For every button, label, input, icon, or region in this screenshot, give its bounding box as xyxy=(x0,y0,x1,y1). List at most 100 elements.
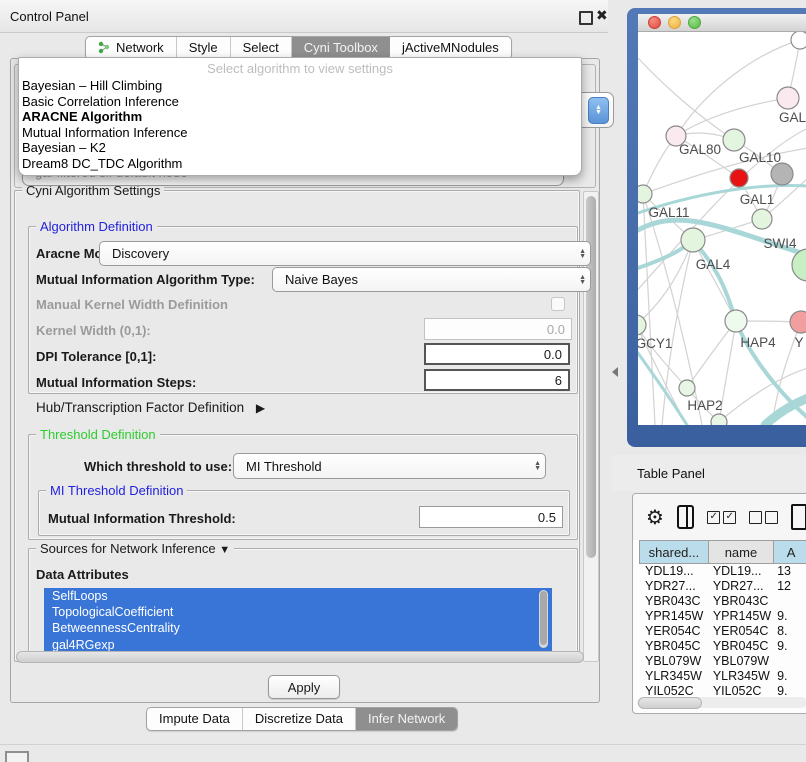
tab-network[interactable]: Network xyxy=(86,37,177,59)
algorithm-option[interactable]: Dream8 DC_TDC Algorithm xyxy=(19,156,581,172)
network-node[interactable] xyxy=(771,163,793,185)
network-node[interactable] xyxy=(627,315,646,335)
column-header-name[interactable]: name xyxy=(709,540,774,564)
data-attribute-item[interactable]: BetweennessCentrality xyxy=(44,620,552,636)
settings-horizontal-scrollbar[interactable] xyxy=(16,651,584,663)
manual-kernel-checkbox[interactable] xyxy=(551,297,565,311)
hub-expander[interactable]: Hub/Transcription Factor Definition ▶ xyxy=(36,400,265,415)
data-attributes-list[interactable]: SelfLoopsTopologicalCoefficientBetweenne… xyxy=(44,588,552,653)
table-row[interactable]: YPR145WYPR145W9. xyxy=(639,609,806,624)
data-attribute-item[interactable]: TopologicalCoefficient xyxy=(44,604,552,620)
data-attributes-label: Data Attributes xyxy=(36,567,129,582)
network-window-titlebar[interactable] xyxy=(638,14,806,32)
algorithm-option[interactable]: Bayesian – K2 xyxy=(19,140,581,156)
table-rows: YDL19...YDL19...13YDR27...YDR27...12YBR0… xyxy=(639,564,806,699)
network-node[interactable] xyxy=(752,209,772,229)
which-threshold-combobox[interactable]: MI Threshold ▲▼ xyxy=(233,453,546,479)
network-node[interactable] xyxy=(679,380,695,396)
expander-right-arrow-icon[interactable]: ▶ xyxy=(256,401,265,415)
network-node[interactable] xyxy=(681,228,705,252)
sources-group-title: Sources for Network Inference ▼ xyxy=(36,541,234,556)
algorithm-option[interactable]: Basic Correlation Inference xyxy=(19,94,581,110)
tab-style[interactable]: Style xyxy=(177,37,231,59)
zoom-traffic-light-icon[interactable] xyxy=(688,16,701,29)
table-row[interactable]: YBR043CYBR043C xyxy=(639,594,806,609)
table-horizontal-scrollbar[interactable] xyxy=(637,697,806,708)
tab-cyni-toolbox[interactable]: Cyni Toolbox xyxy=(292,37,390,59)
tab-impute-data[interactable]: Impute Data xyxy=(147,708,243,730)
table-cell: YPR145W xyxy=(709,609,773,624)
select-all-checkboxes-icon[interactable]: ✓✓ xyxy=(707,511,736,524)
algorithm-dropdown-popup: Select algorithm to view settings Bayesi… xyxy=(18,57,582,176)
table-row[interactable]: YBR045CYBR045C9. xyxy=(639,639,806,654)
table-row[interactable]: YBL079WYBL079W xyxy=(639,654,806,669)
data-attribute-item[interactable]: SelfLoops xyxy=(44,588,552,604)
dpi-tolerance-label: DPI Tolerance [0,1]: xyxy=(36,349,156,364)
table-row[interactable]: YDR27...YDR27...12 xyxy=(639,579,806,594)
popup-item-list: Bayesian – Hill ClimbingBasic Correlatio… xyxy=(19,78,581,172)
mi-threshold-field[interactable]: 0.5 xyxy=(419,506,563,528)
network-node[interactable] xyxy=(711,414,727,430)
column-header-partial[interactable]: A xyxy=(774,540,806,564)
network-node[interactable] xyxy=(777,87,799,109)
table-cell xyxy=(773,654,806,669)
expander-down-arrow-icon[interactable]: ▼ xyxy=(219,544,230,556)
tab-select[interactable]: Select xyxy=(231,37,292,59)
aracne-mode-combobox[interactable]: Discovery ▲▼ xyxy=(99,241,591,266)
which-threshold-label: Which threshold to use: xyxy=(84,459,232,474)
table-row[interactable]: YER054CYER054C8. xyxy=(639,624,806,639)
columns-icon[interactable] xyxy=(677,505,694,529)
attributes-scrollbar[interactable] xyxy=(539,590,548,648)
network-node-label: GAL80 xyxy=(679,142,721,157)
table-cell: YDL19... xyxy=(639,564,709,579)
network-node[interactable] xyxy=(634,185,652,203)
deselect-all-checkboxes-icon[interactable] xyxy=(749,511,778,524)
kernel-width-field[interactable]: 0.0 xyxy=(424,318,572,340)
network-node[interactable] xyxy=(725,310,747,332)
network-icon xyxy=(98,41,111,54)
combobox-spinner-icon: ▲▼ xyxy=(528,461,541,471)
mi-steps-value: 6 xyxy=(555,373,562,388)
close-traffic-light-icon[interactable] xyxy=(648,16,661,29)
threshold-definition-title: Threshold Definition xyxy=(36,427,160,442)
mi-steps-field[interactable]: 6 xyxy=(424,369,570,391)
network-node[interactable] xyxy=(730,169,748,187)
network-node[interactable] xyxy=(791,31,806,49)
tab-infer-network[interactable]: Infer Network xyxy=(356,708,457,730)
tab-jactivemnodules[interactable]: jActiveMNodules xyxy=(390,37,511,59)
apply-button[interactable]: Apply xyxy=(268,675,340,699)
minimize-traffic-light-icon[interactable] xyxy=(668,16,681,29)
table-cell: YLR345W xyxy=(709,669,773,684)
algorithm-option[interactable]: Mutual Information Inference xyxy=(19,125,581,141)
algorithm-option[interactable]: Bayesian – Hill Climbing xyxy=(19,78,581,94)
table-panel-title: Table Panel xyxy=(637,466,705,481)
table-cell: 9. xyxy=(773,609,806,624)
close-icon[interactable]: ✖ xyxy=(596,7,608,24)
manual-kernel-label: Manual Kernel Width Definition xyxy=(36,297,228,312)
algorithm-option[interactable]: ARACNE Algorithm xyxy=(19,109,581,125)
tab-network-label: Network xyxy=(116,40,164,55)
table-row[interactable]: YLR345WYLR345W9. xyxy=(639,669,806,684)
popup-placeholder: Select algorithm to view settings xyxy=(19,61,581,78)
sources-title-text: Sources for Network Inference xyxy=(40,541,216,556)
network-node[interactable] xyxy=(790,311,806,333)
control-panel-titlebar xyxy=(0,0,608,33)
tab-discretize-data[interactable]: Discretize Data xyxy=(243,708,356,730)
mi-type-combobox[interactable]: Naive Bayes ▲▼ xyxy=(272,267,591,292)
float-window-icon[interactable] xyxy=(579,11,593,25)
gear-icon[interactable]: ⚙ xyxy=(646,505,664,530)
attributes-scrollbar-thumb[interactable] xyxy=(540,591,547,645)
export-table-icon[interactable] xyxy=(791,504,806,530)
minimized-panel-icon[interactable] xyxy=(5,751,29,762)
table-cell: YPR145W xyxy=(639,609,709,624)
network-node[interactable] xyxy=(723,129,745,151)
network-canvas[interactable]: GALGAL80GAL10GAL1GAL11GAL4SWI4HAP4YGCY1H… xyxy=(627,8,806,447)
dpi-tolerance-field[interactable]: 0.0 xyxy=(424,343,570,365)
dpi-tolerance-value: 0.0 xyxy=(544,347,562,362)
combobox-spinner-icon[interactable]: ▲▼ xyxy=(588,97,609,124)
table-row[interactable]: YDL19...YDL19...13 xyxy=(639,564,806,579)
network-node-label: GAL xyxy=(779,110,806,125)
table-hscroll-thumb[interactable] xyxy=(638,697,702,709)
column-header-shared-name[interactable]: shared... xyxy=(639,540,709,564)
split-pane-collapse-arrow-icon[interactable] xyxy=(612,367,618,377)
